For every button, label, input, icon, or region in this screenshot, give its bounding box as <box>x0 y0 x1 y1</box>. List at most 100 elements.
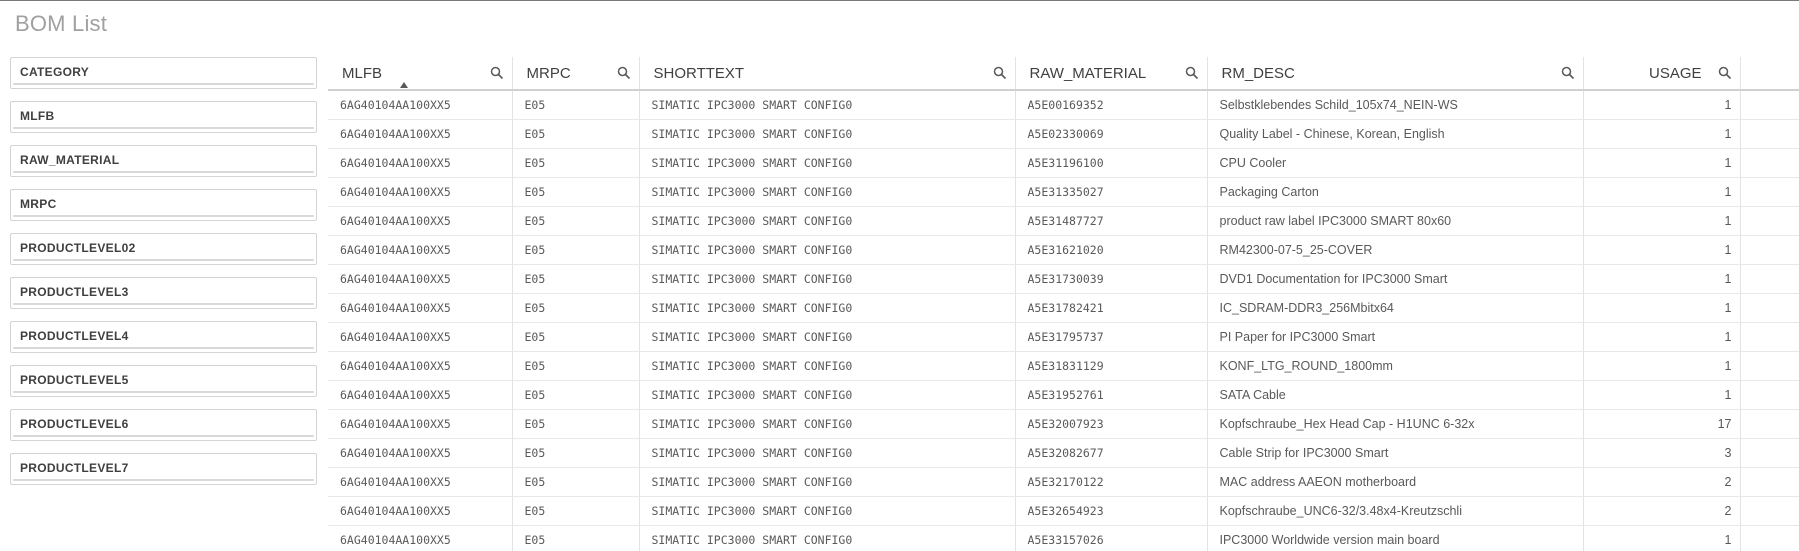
cell-raw-material[interactable]: A5E32007923 <box>1015 409 1208 439</box>
cell-usage[interactable]: 1 <box>1583 293 1741 323</box>
cell-mlfb[interactable]: 6AG40104AA100XX5 <box>328 438 513 468</box>
cell-raw-material[interactable]: A5E00169352 <box>1015 90 1208 120</box>
cell-shorttext[interactable]: SIMATIC IPC3000 SMART CONFIG0 <box>639 206 1016 236</box>
filter-mrpc[interactable]: MRPC <box>10 189 317 221</box>
table-row[interactable]: 6AG40104AA100XX5 E05 SIMATIC IPC3000 SMART… <box>328 351 1799 381</box>
table-row[interactable]: 6AG40104AA100XX5 E05 SIMATIC IPC3000 SMART… <box>328 264 1799 294</box>
cell-raw-material[interactable]: A5E31952761 <box>1015 380 1208 410</box>
cell-mrpc[interactable]: E05 <box>512 380 640 410</box>
cell-usage[interactable]: 2 <box>1583 496 1741 526</box>
cell-rm-desc[interactable]: IPC3000 Worldwide version main board <box>1207 525 1584 551</box>
cell-mrpc[interactable]: E05 <box>512 409 640 439</box>
cell-rm-desc[interactable]: KONF_LTG_ROUND_1800mm <box>1207 351 1584 381</box>
search-icon[interactable] <box>490 66 504 80</box>
cell-usage[interactable]: 1 <box>1583 119 1741 149</box>
column-header-rm-desc[interactable]: RM_DESC <box>1207 57 1584 91</box>
filter-raw-material[interactable]: RAW_MATERIAL <box>10 145 317 177</box>
table-row[interactable]: 6AG40104AA100XX5 E05 SIMATIC IPC3000 SMART… <box>328 235 1799 265</box>
table-row[interactable]: 6AG40104AA100XX5 E05 SIMATIC IPC3000 SMART… <box>328 438 1799 468</box>
cell-shorttext[interactable]: SIMATIC IPC3000 SMART CONFIG0 <box>639 380 1016 410</box>
table-row[interactable]: 6AG40104AA100XX5 E05 SIMATIC IPC3000 SMART… <box>328 177 1799 207</box>
table-row[interactable]: 6AG40104AA100XX5 E05 SIMATIC IPC3000 SMART… <box>328 119 1799 149</box>
cell-mrpc[interactable]: E05 <box>512 235 640 265</box>
cell-mrpc[interactable]: E05 <box>512 525 640 551</box>
filter-category[interactable]: CATEGORY <box>10 57 317 89</box>
cell-mrpc[interactable]: E05 <box>512 322 640 352</box>
cell-usage[interactable]: 1 <box>1583 90 1741 120</box>
cell-rm-desc[interactable]: PI Paper for IPC3000 Smart <box>1207 322 1584 352</box>
search-icon[interactable] <box>1561 66 1575 80</box>
cell-shorttext[interactable]: SIMATIC IPC3000 SMART CONFIG0 <box>639 351 1016 381</box>
table-row[interactable]: 6AG40104AA100XX5 E05 SIMATIC IPC3000 SMART… <box>328 293 1799 323</box>
cell-shorttext[interactable]: SIMATIC IPC3000 SMART CONFIG0 <box>639 148 1016 178</box>
cell-raw-material[interactable]: A5E31335027 <box>1015 177 1208 207</box>
filter-productlevel4[interactable]: PRODUCTLEVEL4 <box>10 321 317 353</box>
column-header-shorttext[interactable]: SHORTTEXT <box>639 57 1016 91</box>
cell-mrpc[interactable]: E05 <box>512 293 640 323</box>
cell-shorttext[interactable]: SIMATIC IPC3000 SMART CONFIG0 <box>639 409 1016 439</box>
cell-shorttext[interactable]: SIMATIC IPC3000 SMART CONFIG0 <box>639 467 1016 497</box>
cell-mlfb[interactable]: 6AG40104AA100XX5 <box>328 496 513 526</box>
table-row[interactable]: 6AG40104AA100XX5 E05 SIMATIC IPC3000 SMART… <box>328 148 1799 178</box>
cell-usage[interactable]: 1 <box>1583 177 1741 207</box>
cell-raw-material[interactable]: A5E31730039 <box>1015 264 1208 294</box>
cell-rm-desc[interactable]: Kopfschraube_Hex Head Cap - H1UNC 6-32x <box>1207 409 1584 439</box>
cell-usage[interactable]: 2 <box>1583 467 1741 497</box>
cell-rm-desc[interactable]: MAC address AAEON motherboard <box>1207 467 1584 497</box>
cell-raw-material[interactable]: A5E31782421 <box>1015 293 1208 323</box>
cell-mrpc[interactable]: E05 <box>512 496 640 526</box>
cell-raw-material[interactable]: A5E32654923 <box>1015 496 1208 526</box>
cell-rm-desc[interactable]: Packaging Carton <box>1207 177 1584 207</box>
cell-raw-material[interactable]: A5E32170122 <box>1015 467 1208 497</box>
cell-usage[interactable]: 1 <box>1583 264 1741 294</box>
cell-mrpc[interactable]: E05 <box>512 351 640 381</box>
cell-mlfb[interactable]: 6AG40104AA100XX5 <box>328 322 513 352</box>
cell-raw-material[interactable]: A5E31831129 <box>1015 351 1208 381</box>
table-row[interactable]: 6AG40104AA100XX5 E05 SIMATIC IPC3000 SMART… <box>328 525 1799 551</box>
cell-rm-desc[interactable]: Kopfschraube_UNC6-32/3.48x4-Kreutzschli <box>1207 496 1584 526</box>
cell-usage[interactable]: 1 <box>1583 351 1741 381</box>
cell-raw-material[interactable]: A5E33157026 <box>1015 525 1208 551</box>
cell-rm-desc[interactable]: CPU Cooler <box>1207 148 1584 178</box>
search-icon[interactable] <box>617 66 631 80</box>
search-icon[interactable] <box>993 66 1007 80</box>
cell-shorttext[interactable]: SIMATIC IPC3000 SMART CONFIG0 <box>639 264 1016 294</box>
filter-mlfb[interactable]: MLFB <box>10 101 317 133</box>
cell-mrpc[interactable]: E05 <box>512 148 640 178</box>
filter-productlevel5[interactable]: PRODUCTLEVEL5 <box>10 365 317 397</box>
search-icon[interactable] <box>1185 66 1199 80</box>
column-header-mrpc[interactable]: MRPC <box>512 57 640 91</box>
cell-raw-material[interactable]: A5E31795737 <box>1015 322 1208 352</box>
cell-mlfb[interactable]: 6AG40104AA100XX5 <box>328 90 513 120</box>
cell-mlfb[interactable]: 6AG40104AA100XX5 <box>328 177 513 207</box>
cell-raw-material[interactable]: A5E32082677 <box>1015 438 1208 468</box>
filter-productlevel3[interactable]: PRODUCTLEVEL3 <box>10 277 317 309</box>
cell-shorttext[interactable]: SIMATIC IPC3000 SMART CONFIG0 <box>639 525 1016 551</box>
table-row[interactable]: 6AG40104AA100XX5 E05 SIMATIC IPC3000 SMART… <box>328 322 1799 352</box>
cell-raw-material[interactable]: A5E31487727 <box>1015 206 1208 236</box>
cell-rm-desc[interactable]: DVD1 Documentation for IPC3000 Smart <box>1207 264 1584 294</box>
cell-mlfb[interactable]: 6AG40104AA100XX5 <box>328 409 513 439</box>
cell-usage[interactable]: 1 <box>1583 148 1741 178</box>
cell-mrpc[interactable]: E05 <box>512 90 640 120</box>
column-header-raw-material[interactable]: RAW_MATERIAL <box>1015 57 1208 91</box>
cell-usage[interactable]: 1 <box>1583 322 1741 352</box>
cell-usage[interactable]: 1 <box>1583 235 1741 265</box>
cell-raw-material[interactable]: A5E31196100 <box>1015 148 1208 178</box>
cell-shorttext[interactable]: SIMATIC IPC3000 SMART CONFIG0 <box>639 496 1016 526</box>
cell-shorttext[interactable]: SIMATIC IPC3000 SMART CONFIG0 <box>639 235 1016 265</box>
cell-rm-desc[interactable]: Quality Label - Chinese, Korean, English <box>1207 119 1584 149</box>
cell-shorttext[interactable]: SIMATIC IPC3000 SMART CONFIG0 <box>639 322 1016 352</box>
table-row[interactable]: 6AG40104AA100XX5 E05 SIMATIC IPC3000 SMART… <box>328 467 1799 497</box>
cell-rm-desc[interactable]: IC_SDRAM-DDR3_256Mbitx64 <box>1207 293 1584 323</box>
column-header-mlfb[interactable]: MLFB <box>328 57 513 91</box>
cell-usage[interactable]: 1 <box>1583 206 1741 236</box>
filter-productlevel02[interactable]: PRODUCTLEVEL02 <box>10 233 317 265</box>
cell-mlfb[interactable]: 6AG40104AA100XX5 <box>328 293 513 323</box>
cell-mlfb[interactable]: 6AG40104AA100XX5 <box>328 525 513 551</box>
cell-mlfb[interactable]: 6AG40104AA100XX5 <box>328 148 513 178</box>
cell-shorttext[interactable]: SIMATIC IPC3000 SMART CONFIG0 <box>639 438 1016 468</box>
cell-shorttext[interactable]: SIMATIC IPC3000 SMART CONFIG0 <box>639 119 1016 149</box>
column-header-usage[interactable]: USAGE <box>1583 57 1741 91</box>
cell-shorttext[interactable]: SIMATIC IPC3000 SMART CONFIG0 <box>639 90 1016 120</box>
